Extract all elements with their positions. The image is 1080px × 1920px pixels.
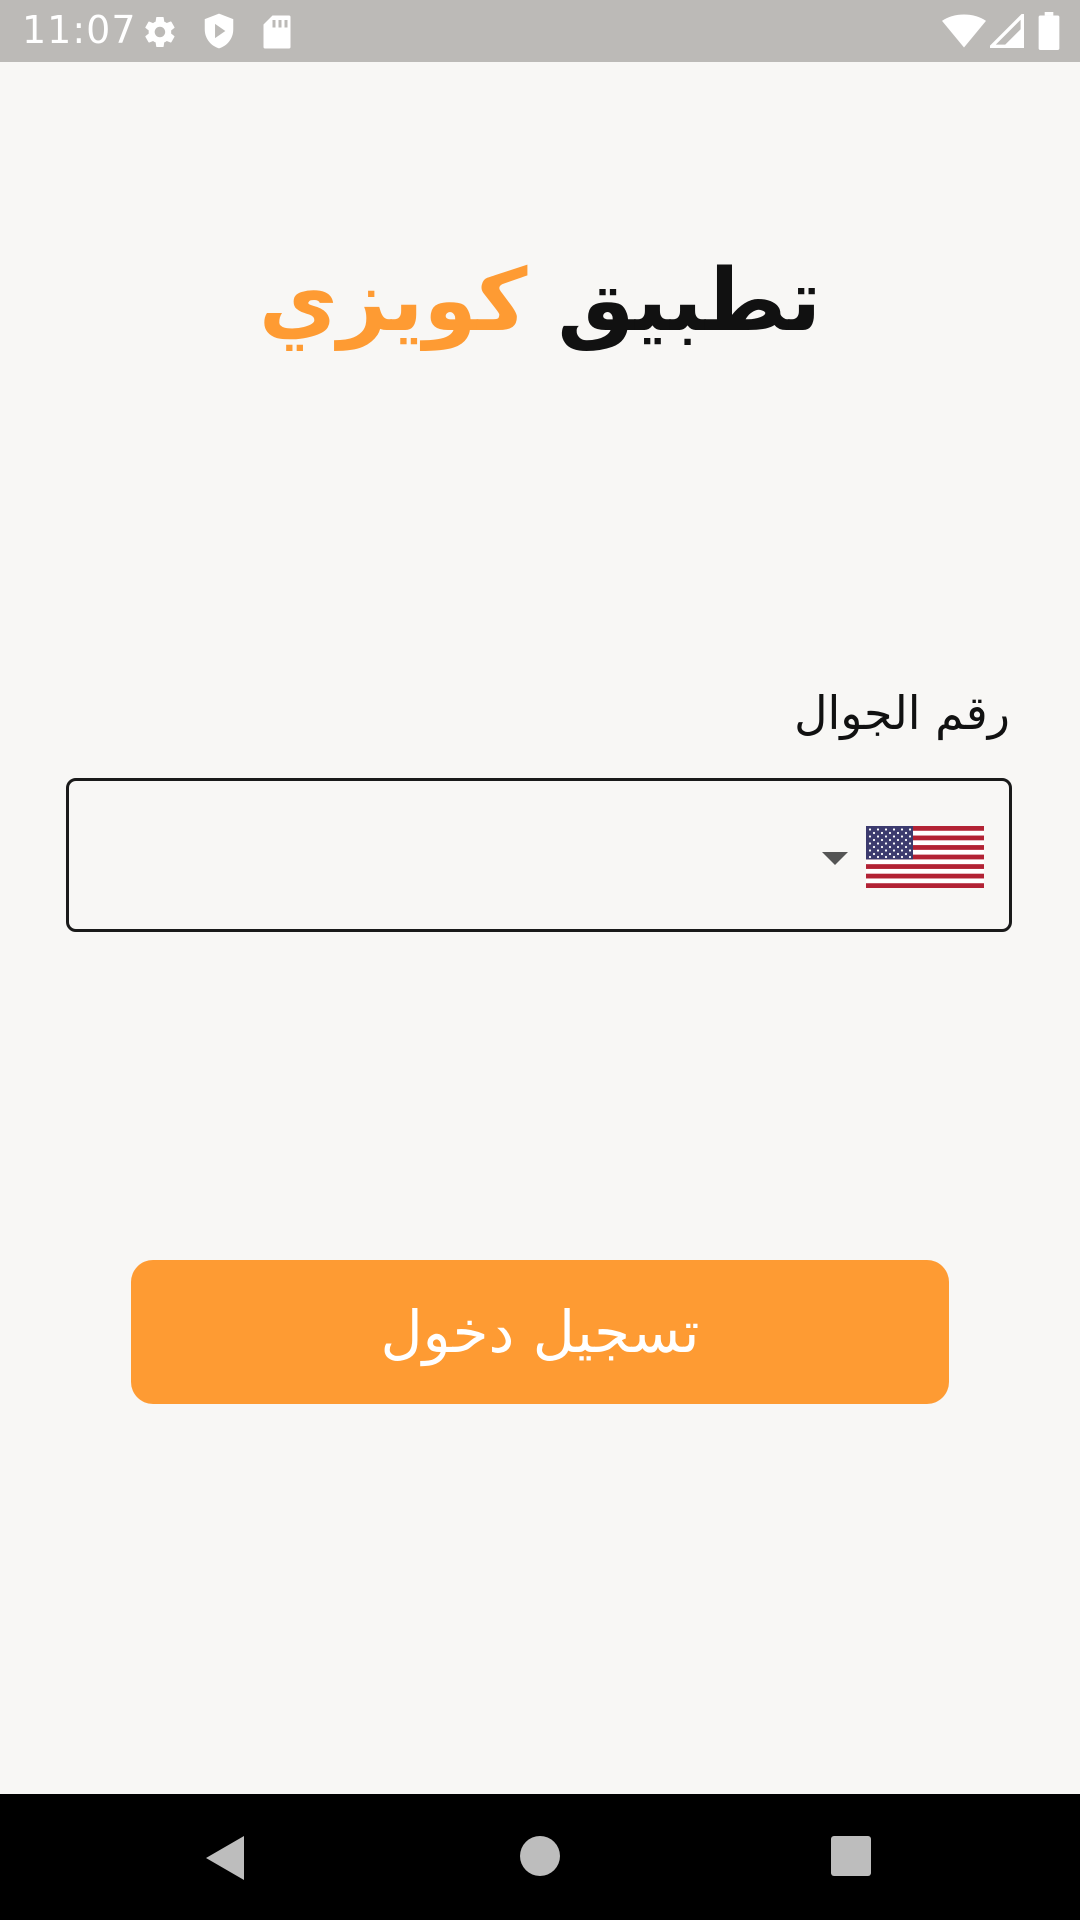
login-screen: 11:07 تطبيق كويزي رقم الجوال تسجيل دخول	[0, 0, 1080, 1920]
wifi-icon	[942, 14, 986, 48]
recents-icon[interactable]	[831, 1836, 871, 1876]
chevron-down-icon[interactable]	[822, 852, 848, 865]
app-title: تطبيق كويزي	[0, 250, 1080, 353]
app-title-word-2: كويزي	[258, 251, 528, 351]
back-icon[interactable]	[206, 1836, 244, 1880]
home-icon[interactable]	[520, 1836, 560, 1876]
phone-number-input[interactable]	[90, 800, 794, 912]
sd-card-icon	[263, 15, 291, 49]
shield-play-icon	[204, 13, 234, 49]
cell-signal-icon	[990, 14, 1024, 48]
us-flag-icon[interactable]	[866, 826, 984, 888]
gear-icon	[145, 17, 175, 48]
login-button[interactable]: تسجيل دخول	[131, 1260, 949, 1404]
status-time: 11:07	[22, 8, 137, 52]
battery-icon	[1038, 12, 1060, 50]
app-title-word-1: تطبيق	[557, 251, 822, 351]
phone-number-label: رقم الجوال	[794, 686, 1010, 740]
status-bar: 11:07	[0, 0, 1080, 62]
